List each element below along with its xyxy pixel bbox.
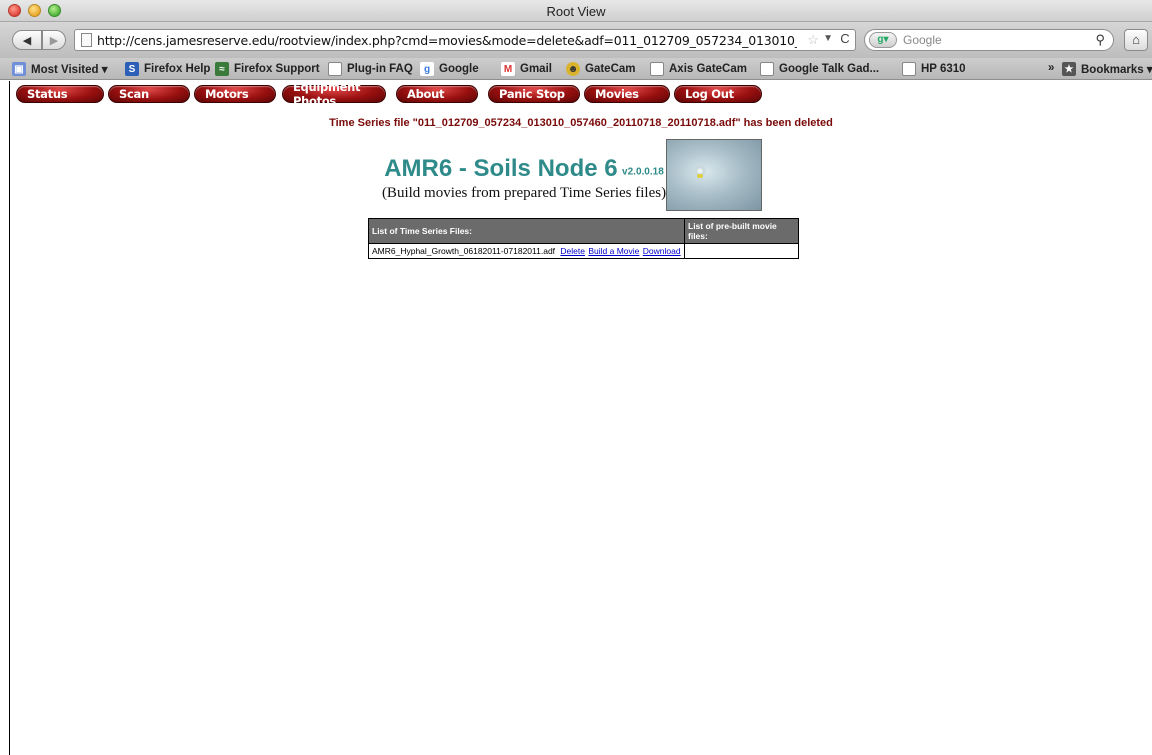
bookmark-label: Most Visited ▾ (31, 64, 108, 76)
delete-link[interactable]: Delete (560, 246, 585, 256)
window-titlebar: Root View (0, 0, 1152, 22)
bookmark-label: Firefox Help (144, 63, 211, 75)
bookmark-plugin-faq[interactable]: Plug-in FAQ (328, 62, 413, 76)
menu-scan[interactable]: Scan (108, 85, 190, 103)
menu-label: Status (27, 87, 68, 101)
page-icon (81, 33, 92, 47)
menu-label: Log Out (685, 87, 734, 101)
page-icon (650, 62, 664, 76)
page-icon (902, 62, 916, 76)
page-icon (328, 62, 342, 76)
bookmark-label: Google Talk Gad... (779, 63, 880, 75)
thumbnail-spot (697, 174, 703, 178)
home-button[interactable]: ⌂ (1124, 29, 1148, 51)
menu-label: Equipment Photos (293, 80, 361, 108)
timeseries-cell: AMR6_Hyphal_Growth_06182011-07182011.adf… (368, 243, 685, 259)
movie-column-header: List of pre-built movie files: (684, 218, 799, 244)
overflow-chevron-icon: » (1048, 62, 1055, 74)
bookmark-star-icon[interactable]: ☆ (807, 32, 819, 48)
bookmark-label: GateCam (585, 63, 636, 75)
menu-about[interactable]: About (396, 85, 478, 103)
bookmark-label: Firefox Support (234, 63, 320, 75)
bookmarks-toolbar: ▣ Most Visited ▾ S Firefox Help ≈ Firefo… (0, 58, 1152, 80)
node-thumbnail-image (666, 139, 762, 211)
menu-label: Movies (595, 87, 639, 101)
bookmark-firefox-support[interactable]: ≈ Firefox Support (215, 62, 320, 76)
menu-panic-stop[interactable]: Panic Stop (488, 85, 580, 103)
home-icon: ⌂ (1132, 32, 1140, 47)
window-title: Root View (546, 4, 606, 19)
app-version: v2.0.0.18 (622, 166, 664, 178)
status-message: Time Series file "011_012709_057234_0130… (329, 117, 833, 129)
menu-label: Scan (119, 87, 149, 101)
url-bar[interactable]: http://cens.jamesreserve.edu/rootview/in… (74, 29, 856, 51)
back-button[interactable]: ◀ (12, 30, 42, 50)
bookmarks-menu-button[interactable]: ★ Bookmarks ▾ (1062, 62, 1152, 76)
build-movie-link[interactable]: Build a Movie (588, 246, 639, 256)
google-engine-icon[interactable]: g▾ (869, 32, 897, 48)
bookmark-axis-gatecam[interactable]: Axis GateCam (650, 62, 747, 76)
google-icon: g (420, 62, 434, 76)
timeseries-column-header: List of Time Series Files: (368, 218, 685, 244)
bookmark-google[interactable]: g Google (420, 62, 479, 76)
forward-button[interactable]: ▶ (42, 30, 66, 50)
back-arrow-icon: ◀ (22, 34, 32, 47)
forward-arrow-icon: ▶ (49, 34, 59, 47)
gatecam-icon: ☻ (566, 62, 580, 76)
bookmark-hp6310[interactable]: HP 6310 (902, 62, 966, 76)
bookmark-gatecam[interactable]: ☻ GateCam (566, 62, 636, 76)
url-text[interactable]: http://cens.jamesreserve.edu/rootview/in… (97, 33, 797, 48)
bookmarks-star-icon: ★ (1062, 62, 1076, 76)
firefox-help-icon: S (125, 62, 139, 76)
page-content: Status Scan Motors Equipment Photos Abou… (10, 80, 1152, 755)
table-header-row: List of Time Series Files: List of pre-b… (368, 218, 799, 244)
search-placeholder: Google (903, 33, 942, 47)
bookmark-label: Google (439, 63, 479, 75)
bookmark-google-talk[interactable]: Google Talk Gad... (760, 62, 879, 76)
bookmark-gmail[interactable]: M Gmail (501, 62, 552, 76)
zine-icon: ≈ (215, 62, 229, 76)
menu-label: Panic Stop (499, 87, 565, 101)
bookmark-label: Gmail (520, 63, 552, 75)
bookmarks-overflow-button[interactable]: » (1048, 62, 1054, 74)
menu-label: Motors (205, 87, 249, 101)
menu-status[interactable]: Status (16, 85, 104, 103)
reload-icon[interactable]: C (837, 31, 853, 46)
url-history-dropdown-icon[interactable]: ▼ (823, 33, 833, 44)
bookmark-firefox-help[interactable]: S Firefox Help (125, 62, 210, 76)
table-row: AMR6_Hyphal_Growth_06182011-07182011.adf… (368, 243, 799, 259)
bookmark-label: HP 6310 (921, 63, 966, 75)
timeseries-filename: AMR6_Hyphal_Growth_06182011-07182011.adf (372, 246, 556, 256)
search-bar[interactable]: g▾ Google ⚲ (864, 29, 1114, 51)
bookmark-label: Plug-in FAQ (347, 63, 413, 75)
page-subtitle: (Build movies from prepared Time Series … (381, 185, 667, 201)
menu-motors[interactable]: Motors (194, 85, 276, 103)
menu-movies[interactable]: Movies (584, 85, 670, 103)
bookmark-most-visited[interactable]: ▣ Most Visited ▾ (12, 62, 108, 76)
folder-icon: ▣ (12, 62, 26, 76)
movie-cell (684, 243, 799, 259)
app-header: AMR6 - Soils Node 6 v2.0.0.18 (Build mov… (380, 155, 668, 202)
menu-log-out[interactable]: Log Out (674, 85, 762, 103)
files-table: List of Time Series Files: List of pre-b… (368, 218, 799, 259)
page-title: AMR6 - Soils Node 6 (384, 155, 618, 182)
bookmark-label: Axis GateCam (669, 63, 747, 75)
search-icon[interactable]: ⚲ (1095, 32, 1105, 48)
navigation-toolbar: ◀ ▶ http://cens.jamesreserve.edu/rootvie… (0, 22, 1152, 58)
bookmark-label: Bookmarks ▾ (1081, 64, 1152, 76)
menu-label: About (407, 87, 445, 101)
page-icon (760, 62, 774, 76)
download-link[interactable]: Download (643, 246, 681, 256)
gmail-icon: M (501, 62, 515, 76)
menu-equipment-photos[interactable]: Equipment Photos (282, 80, 386, 108)
